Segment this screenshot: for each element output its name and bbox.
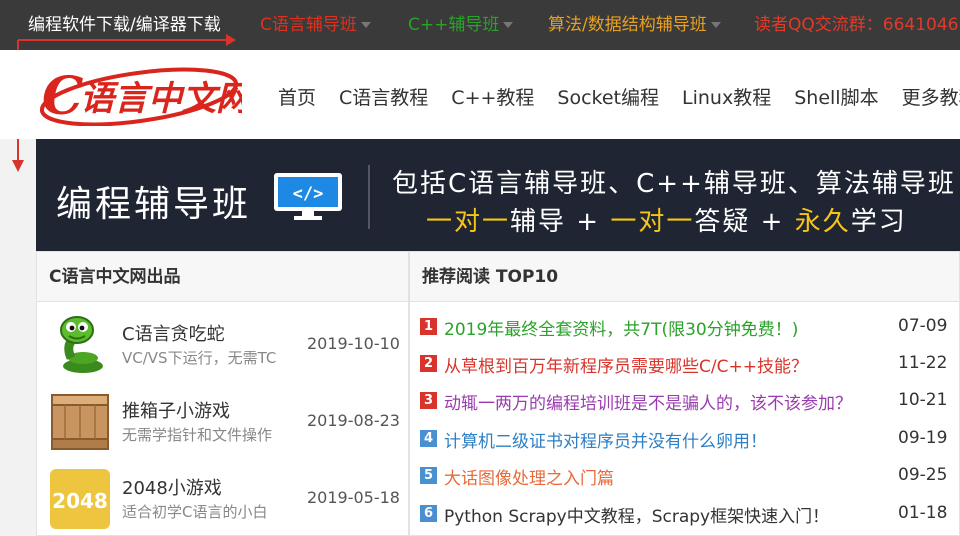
article-link[interactable]: 大话图像处理之入门篇 bbox=[444, 464, 614, 489]
topbar-link-algo-class[interactable]: 算法/数据结构辅导班 bbox=[548, 14, 721, 36]
article-date: 01-18 bbox=[898, 503, 948, 523]
topbar-link-c-class-label: C语言辅导班 bbox=[260, 15, 357, 35]
product-desc: 无需学指针和文件操作 bbox=[122, 426, 273, 444]
rank-badge: 4 bbox=[420, 430, 437, 447]
article-link[interactable]: 2019年最终全套资料，共7T(限30分钟免费！) bbox=[444, 315, 798, 340]
main-nav: 首页 C语言教程 C++教程 Socket编程 Linux教程 Shell脚本 … bbox=[278, 83, 960, 110]
product-date: 2019-05-18 bbox=[307, 488, 400, 507]
2048-icon-label: 2048 bbox=[52, 489, 108, 513]
chevron-down-icon bbox=[503, 22, 514, 28]
banner-text: 学习 bbox=[850, 207, 907, 237]
code-monitor-icon: </> bbox=[274, 173, 342, 220]
product-title: 2048小游戏 bbox=[122, 478, 222, 499]
list-item[interactable]: 3 动辄一两万的编程培训班是不是骗人的，该不该参加？ 10-21 bbox=[420, 386, 950, 416]
svg-text:C: C bbox=[42, 66, 83, 126]
chevron-down-icon bbox=[360, 22, 371, 28]
product-desc: 适合初学C语言的小白 bbox=[122, 503, 268, 521]
list-item[interactable]: C语言贪吃蛇 VC/VS下运行，无需TC 2019-10-10 bbox=[37, 314, 410, 386]
banner-title: 编程辅导班 bbox=[56, 184, 252, 225]
nav-shell[interactable]: Shell脚本 bbox=[794, 83, 878, 110]
topbar-link-algo-class-label: 算法/数据结构辅导班 bbox=[548, 15, 707, 35]
banner-highlight: 一对一 bbox=[426, 207, 511, 237]
banner-divider bbox=[368, 165, 370, 229]
top-bar: 编程软件下载/编译器下载 C语言辅导班 C++辅导班 算法/数据结构辅导班 读者… bbox=[0, 0, 960, 50]
article-link[interactable]: 从草根到百万年新程序员需要哪些C/C++技能？ bbox=[444, 352, 808, 377]
banner-line1: 包括C语言辅导班、C++辅导班、算法辅导班 bbox=[392, 169, 956, 199]
crate-icon bbox=[51, 394, 109, 450]
promo-banner[interactable]: 编程辅导班 </> 包括C语言辅导班、C++辅导班、算法辅导班 一对一辅导 + … bbox=[36, 139, 960, 251]
monitor-code-label: </> bbox=[293, 184, 324, 204]
topbar-link-cpp-class-label: C++辅导班 bbox=[408, 15, 500, 35]
banner-text: 答疑 + bbox=[694, 207, 795, 237]
list-item[interactable]: 4 计算机二级证书对程序员并没有什么卵用！ 09-19 bbox=[420, 424, 950, 454]
article-link[interactable]: 计算机二级证书对程序员并没有什么卵用！ bbox=[444, 427, 767, 452]
article-link[interactable]: 动辄一两万的编程培训班是不是骗人的，该不该参加？ bbox=[444, 389, 852, 414]
topbar-link-download[interactable]: 编程软件下载/编译器下载 bbox=[28, 14, 221, 36]
site-logo[interactable]: C 语言中文网 bbox=[36, 64, 242, 126]
list-item[interactable]: 推箱子小游戏 无需学指针和文件操作 2019-08-23 bbox=[37, 391, 410, 463]
list-item[interactable]: 2048 2048小游戏 适合初学C语言的小白 2019-05-18 bbox=[37, 468, 410, 536]
topbar-link-c-class[interactable]: C语言辅导班 bbox=[260, 14, 371, 36]
list-item[interactable]: 5 大话图像处理之入门篇 09-25 bbox=[420, 461, 950, 491]
nav-home[interactable]: 首页 bbox=[278, 83, 316, 110]
nav-linux[interactable]: Linux教程 bbox=[682, 83, 771, 110]
2048-icon: 2048 bbox=[50, 469, 110, 529]
article-date: 11-22 bbox=[898, 353, 948, 373]
annotation-arrow-down-icon bbox=[12, 160, 24, 172]
annotation-arrow-horizontal bbox=[18, 39, 228, 41]
article-date: 07-09 bbox=[898, 316, 948, 336]
nav-cpp-tutorial[interactable]: C++教程 bbox=[451, 83, 534, 110]
product-title: C语言贪吃蛇 bbox=[122, 324, 225, 345]
nav-c-tutorial[interactable]: C语言教程 bbox=[339, 83, 428, 110]
logo-text: 语言中文网 bbox=[80, 79, 242, 119]
nav-more[interactable]: 更多教程» bbox=[902, 83, 960, 110]
product-desc: VC/VS下运行，无需TC bbox=[122, 349, 277, 367]
products-panel: C语言中文网出品 C语言贪吃蛇 VC/VS下运行，无需TC 2019-10-10… bbox=[36, 251, 409, 536]
chevron-down-icon bbox=[710, 22, 721, 28]
nav-bar: C 语言中文网 首页 C语言教程 C++教程 Socket编程 Linux教程 … bbox=[0, 50, 960, 139]
banner-text: 辅导 + bbox=[510, 207, 611, 237]
rank-badge: 5 bbox=[420, 467, 437, 484]
rank-badge: 1 bbox=[420, 318, 437, 335]
list-item[interactable]: 2 从草根到百万年新程序员需要哪些C/C++技能？ 11-22 bbox=[420, 349, 950, 379]
product-date: 2019-10-10 bbox=[307, 334, 400, 353]
product-date: 2019-08-23 bbox=[307, 411, 400, 430]
list-item[interactable]: 1 2019年最终全套资料，共7T(限30分钟免费！) 07-09 bbox=[420, 312, 950, 342]
rank-badge: 3 bbox=[420, 392, 437, 409]
top10-panel: 推荐阅读 TOP10 1 2019年最终全套资料，共7T(限30分钟免费！) 0… bbox=[409, 251, 960, 536]
rank-badge: 6 bbox=[420, 505, 437, 522]
nav-socket[interactable]: Socket编程 bbox=[557, 83, 659, 110]
products-panel-header: C语言中文网出品 bbox=[37, 252, 408, 302]
topbar-qq-group[interactable]: 读者QQ交流群：6641046 bbox=[754, 14, 958, 36]
article-link[interactable]: Python Scrapy中文教程，Scrapy框架快速入门！ bbox=[444, 502, 829, 527]
product-title: 推箱子小游戏 bbox=[122, 401, 230, 422]
annotation-arrow-right-icon bbox=[226, 34, 236, 46]
snake-icon bbox=[60, 316, 103, 373]
article-date: 10-21 bbox=[898, 390, 948, 410]
rank-badge: 2 bbox=[420, 355, 437, 372]
banner-highlight: 永久 bbox=[794, 207, 851, 237]
topbar-link-cpp-class[interactable]: C++辅导班 bbox=[408, 14, 514, 36]
article-date: 09-19 bbox=[898, 428, 948, 448]
top10-panel-header: 推荐阅读 TOP10 bbox=[410, 252, 959, 302]
banner-highlight: 一对一 bbox=[610, 207, 695, 237]
banner-line2: 一对一辅导 + 一对一答疑 + 永久学习 bbox=[426, 201, 907, 238]
list-item[interactable]: 6 Python Scrapy中文教程，Scrapy框架快速入门！ 01-18 bbox=[420, 499, 950, 529]
article-date: 09-25 bbox=[898, 465, 948, 485]
